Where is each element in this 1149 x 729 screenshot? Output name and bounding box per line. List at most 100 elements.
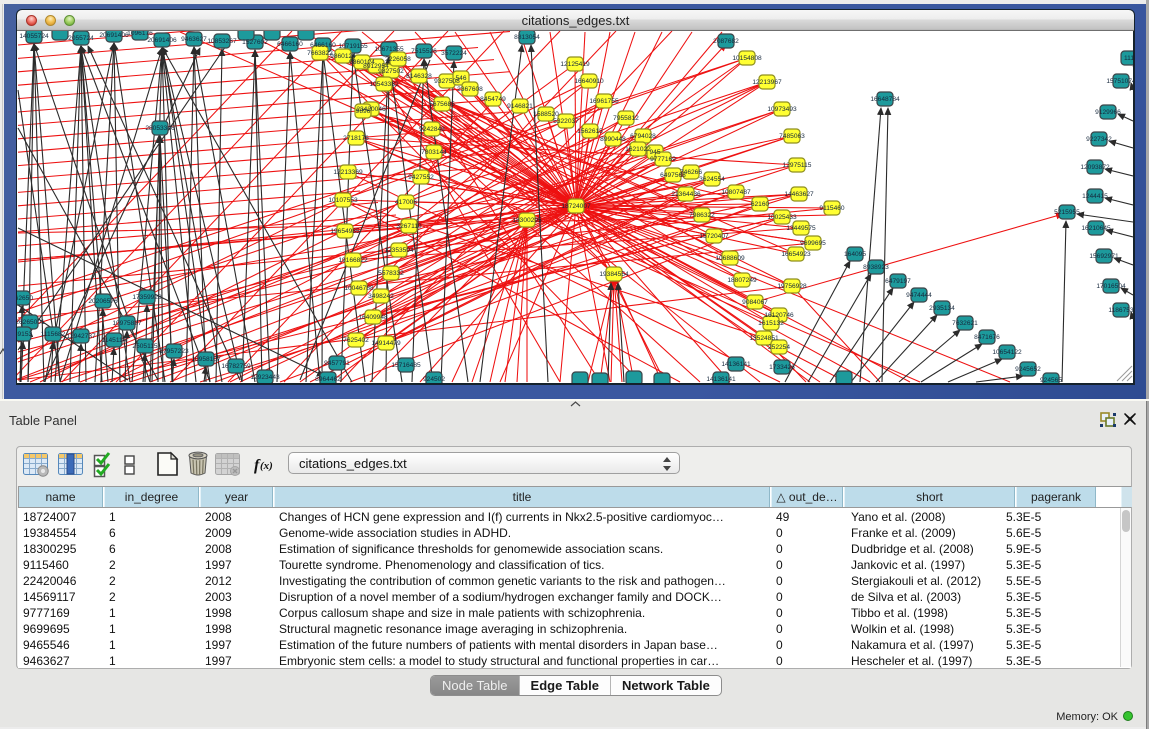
svg-text:9115460: 9115460	[819, 205, 845, 212]
svg-text:7955812: 7955812	[613, 115, 639, 122]
svg-text:14136141: 14136141	[706, 376, 736, 383]
svg-text:9084067: 9084067	[742, 299, 768, 306]
svg-text:13449575: 13449575	[786, 225, 816, 232]
svg-text:3572224: 3572224	[441, 50, 467, 57]
svg-text:10853267: 10853267	[207, 38, 237, 45]
svg-text:1244415: 1244415	[1082, 193, 1108, 200]
svg-text:10973493: 10973493	[767, 106, 797, 113]
svg-text:9129966: 9129966	[1095, 109, 1121, 116]
svg-text:2505115: 2505115	[132, 343, 158, 350]
svg-text:9457791: 9457791	[324, 360, 350, 367]
svg-text:10046788: 10046788	[344, 285, 374, 292]
svg-text:8990448: 8990448	[600, 136, 626, 143]
svg-text:15751074: 15751074	[1106, 78, 1133, 85]
svg-text:2226058: 2226058	[385, 56, 411, 63]
svg-text:28053346: 28053346	[145, 125, 175, 132]
svg-text:20691406: 20691406	[99, 32, 129, 39]
svg-text:15720407: 15720407	[699, 233, 729, 240]
svg-text:5215955: 5215955	[1054, 209, 1080, 216]
svg-text:8964462: 8964462	[315, 376, 341, 383]
svg-text:14463627: 14463627	[784, 191, 814, 198]
svg-text:3624554: 3624554	[699, 176, 725, 183]
svg-text:6794028: 6794028	[630, 133, 656, 140]
svg-text:1115682: 1115682	[41, 331, 66, 338]
svg-text:5322037: 5322037	[553, 118, 579, 125]
svg-text:1527602: 1527602	[242, 39, 268, 46]
svg-text:9242848: 9242848	[419, 126, 445, 133]
svg-text:17016504: 17016504	[1096, 283, 1126, 290]
svg-text:8146328: 8146328	[406, 73, 432, 80]
svg-text:6479197: 6479197	[885, 278, 911, 285]
svg-text:18300295: 18300295	[512, 217, 542, 224]
svg-text:10154808: 10154808	[732, 55, 762, 62]
svg-text:1621022: 1621022	[625, 146, 651, 153]
svg-text:12213967: 12213967	[752, 79, 782, 86]
svg-text:16640910: 16640910	[574, 78, 604, 85]
svg-text:9463627: 9463627	[181, 36, 207, 43]
svg-text:12975115: 12975115	[783, 162, 812, 169]
svg-text:7625402: 7625402	[343, 337, 369, 344]
svg-text:9699695: 9699695	[800, 240, 826, 247]
svg-text:9474444: 9474444	[906, 292, 932, 299]
svg-text:10958107: 10958107	[191, 356, 221, 363]
svg-text:546: 546	[455, 75, 466, 82]
svg-text:14055724: 14055724	[19, 33, 49, 40]
svg-text:5675685: 5675685	[429, 101, 455, 108]
svg-text:10107553: 10107553	[328, 197, 358, 204]
svg-text:14914479: 14914479	[371, 340, 401, 347]
svg-text:9245652: 9245652	[1015, 366, 1041, 373]
svg-text:19756928: 19756928	[777, 283, 807, 290]
svg-text:13524851: 13524851	[749, 335, 779, 342]
svg-text:252254: 252254	[768, 344, 790, 351]
svg-text:20691406: 20691406	[147, 37, 177, 44]
svg-text:924502: 924502	[423, 376, 445, 383]
svg-text:9827502: 9827502	[378, 68, 404, 75]
svg-text:10025433: 10025433	[767, 214, 797, 221]
svg-text:12942737: 12942737	[66, 333, 96, 340]
svg-text:945: 945	[649, 149, 660, 156]
svg-text:18807249: 18807249	[727, 277, 757, 284]
svg-text:62160: 62160	[751, 201, 770, 208]
svg-text:1615132: 1615132	[758, 320, 784, 327]
svg-text:19384554: 19384554	[599, 271, 629, 278]
svg-text:12125419: 12125419	[560, 61, 590, 68]
svg-text:18724007: 18724007	[561, 203, 591, 210]
svg-text:2055724: 2055724	[68, 35, 94, 42]
svg-text:12213369: 12213369	[333, 169, 363, 176]
svg-text:1588520: 1588520	[533, 111, 559, 118]
svg-text:6466160: 6466160	[277, 41, 303, 48]
svg-text:164095: 164095	[844, 251, 866, 258]
svg-text:12353594: 12353594	[384, 247, 414, 254]
svg-text:16782759: 16782759	[221, 363, 251, 370]
svg-text:7803144: 7803144	[421, 149, 447, 156]
svg-text:16648784: 16648784	[870, 96, 900, 103]
svg-text:10543382: 10543382	[369, 81, 399, 88]
svg-text:746266: 746266	[680, 169, 702, 176]
svg-text:2935134: 2935134	[929, 305, 955, 312]
svg-text:924565: 924565	[1040, 377, 1062, 383]
svg-text:17359928: 17359928	[132, 294, 162, 301]
svg-text:14136141: 14136141	[721, 361, 751, 368]
svg-text:17957223: 17957223	[159, 348, 189, 355]
svg-text:(x): (x)	[260, 460, 273, 472]
svg-text:1733426: 1733426	[769, 364, 795, 371]
svg-text:3267110: 3267110	[396, 223, 422, 230]
svg-text:12923443: 12923443	[250, 374, 280, 381]
svg-text:20206576: 20206576	[88, 298, 118, 305]
svg-text:9227342: 9227342	[1086, 136, 1112, 143]
svg-text:7632621: 7632621	[952, 320, 978, 327]
svg-text:1186753: 1186753	[1108, 307, 1133, 314]
svg-text:16409948: 16409948	[358, 314, 388, 321]
svg-text:262650: 262650	[17, 295, 33, 302]
svg-text:3498242: 3498242	[368, 293, 394, 300]
svg-text:2367608: 2367608	[457, 86, 483, 93]
svg-text:19166822: 19166822	[338, 257, 368, 264]
svg-text:12093872: 12093872	[1080, 164, 1110, 171]
svg-text:1145114: 1145114	[102, 337, 127, 344]
svg-text:10654122: 10654122	[992, 349, 1022, 356]
svg-text:15692971: 15692971	[1089, 253, 1119, 260]
svg-text:9427552: 9427552	[408, 174, 434, 181]
svg-text:2718176: 2718176	[343, 135, 369, 142]
svg-text:9777169: 9777169	[650, 156, 676, 163]
svg-text:15716485: 15716485	[391, 362, 421, 369]
